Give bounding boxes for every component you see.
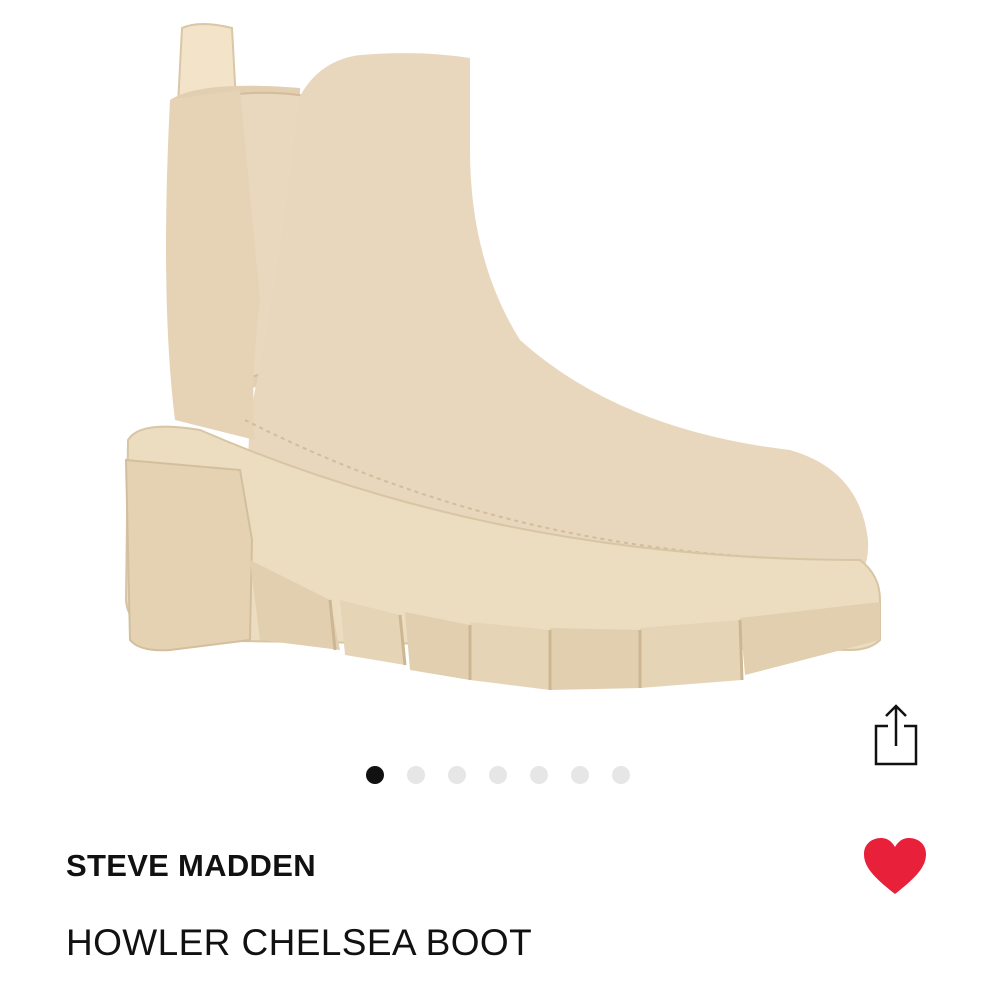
- heart-icon: [864, 838, 926, 894]
- carousel-dot[interactable]: [448, 766, 466, 784]
- carousel-pagination: [366, 766, 653, 786]
- favorite-button[interactable]: [862, 836, 928, 898]
- carousel-dot[interactable]: [489, 766, 507, 784]
- carousel-dot[interactable]: [366, 766, 384, 784]
- carousel-dot[interactable]: [612, 766, 630, 784]
- share-button[interactable]: [866, 700, 926, 770]
- product-title: HOWLER CHELSEA BOOT: [66, 922, 533, 963]
- share-icon: [874, 704, 918, 766]
- product-image-gallery[interactable]: [0, 0, 1000, 720]
- carousel-dot[interactable]: [407, 766, 425, 784]
- carousel-dot[interactable]: [571, 766, 589, 784]
- boot-image: [124, 23, 881, 690]
- carousel-dot[interactable]: [530, 766, 548, 784]
- product-brand[interactable]: STEVE MADDEN: [66, 848, 316, 884]
